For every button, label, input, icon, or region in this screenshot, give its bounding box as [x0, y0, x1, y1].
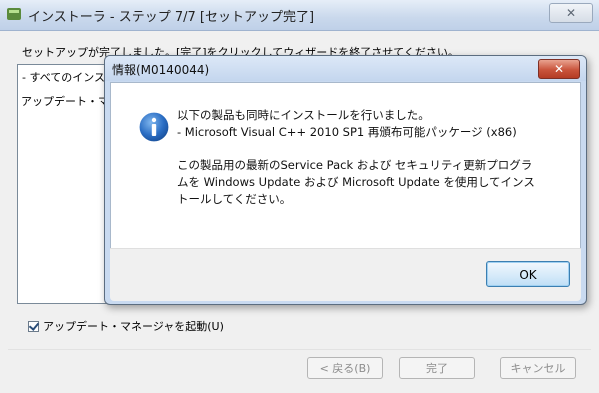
dialog-titlebar: 情報(M0140044) ✕ [105, 56, 586, 81]
dialog-button-area: OK [110, 248, 581, 301]
cancel-button[interactable]: キャンセル [500, 357, 576, 379]
back-button[interactable]: < 戻る(B) [307, 357, 383, 379]
message-line: この製品用の最新のService Pack および セキュリティ更新プログラ [177, 158, 533, 172]
dialog-close-button[interactable]: ✕ [538, 59, 580, 79]
message-line: - Microsoft Visual C++ 2010 SP1 再頒布可能パッケ… [177, 125, 517, 139]
ok-button[interactable]: OK [486, 261, 570, 287]
info-icon [138, 111, 170, 143]
finish-button[interactable]: 完了 [399, 357, 475, 379]
dialog-title: 情報(M0140044) [112, 63, 210, 77]
info-dialog: 情報(M0140044) ✕ 以下の製品も同時にインストールを行いました。 - … [104, 55, 587, 305]
message-line: ムを Windows Update および Microsoft Update を… [177, 175, 535, 189]
launch-update-manager-option[interactable]: アップデート・マネージャを起動(U) [28, 318, 224, 334]
wizard-titlebar: インストーラ - ステップ 7/7 [セットアップ完了] ✕ [0, 0, 599, 31]
message-line: 以下の製品も同時にインストールを行いました。 [177, 108, 430, 122]
dialog-body: 以下の製品も同時にインストールを行いました。 - Microsoft Visua… [110, 82, 581, 272]
button-divider [8, 349, 591, 350]
dialog-message: 以下の製品も同時にインストールを行いました。 - Microsoft Visua… [177, 107, 535, 208]
wizard-close-button[interactable]: ✕ [549, 3, 593, 23]
wizard-title: インストーラ - ステップ 7/7 [セットアップ完了] [28, 10, 315, 25]
message-line-blank [177, 141, 535, 157]
launch-update-manager-label: アップデート・マネージャを起動(U) [43, 320, 224, 333]
message-line: トールしてください。 [177, 192, 292, 206]
launch-update-manager-checkbox[interactable] [28, 320, 39, 332]
installer-app-icon [7, 8, 21, 20]
